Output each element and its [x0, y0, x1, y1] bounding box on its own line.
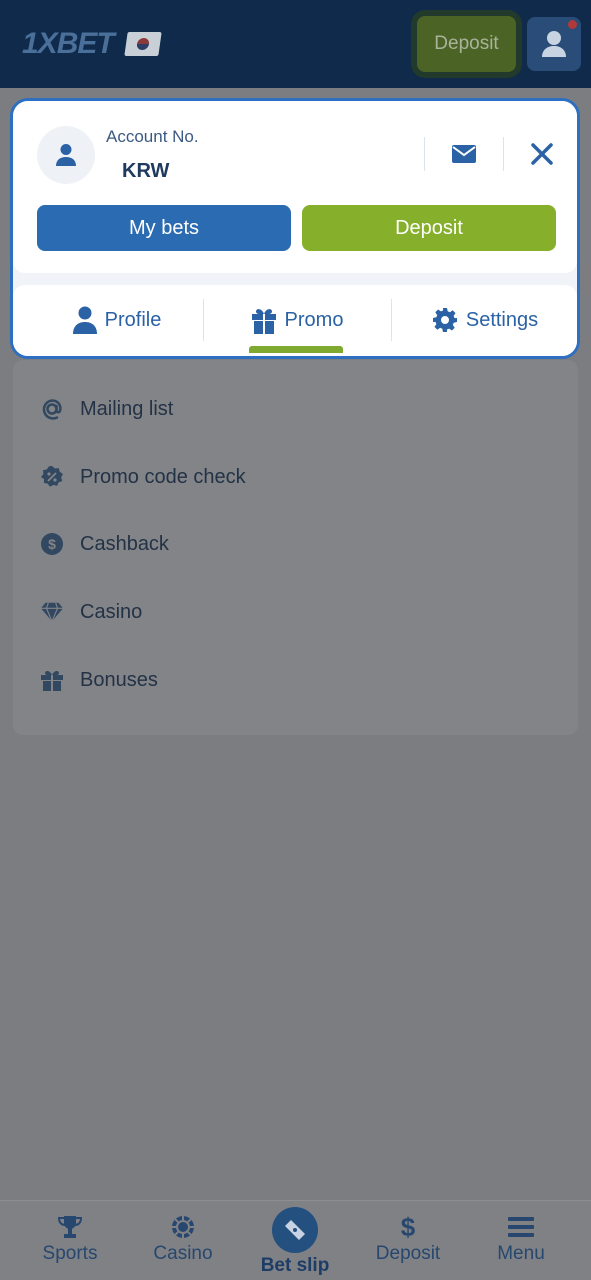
nav-label: Deposit [375, 1243, 441, 1264]
nav-label: Bet slip [260, 1255, 330, 1276]
svg-text:$: $ [48, 536, 56, 552]
korea-flag-icon [124, 32, 162, 56]
account-tabs: Profile Promo Settings [13, 285, 577, 356]
close-icon [531, 143, 553, 165]
nav-label: Menu [497, 1243, 545, 1264]
nav-bet-slip[interactable]: Bet slip [247, 1201, 343, 1280]
promo-item-label: Mailing list [80, 397, 174, 420]
header-deposit-button[interactable]: Deposit [417, 16, 516, 72]
nav-sports[interactable]: Sports [22, 1201, 118, 1280]
promo-item-label: Casino [80, 600, 143, 623]
gift-icon [251, 306, 277, 334]
user-icon [72, 306, 97, 334]
hamburger-icon [508, 1214, 534, 1240]
close-button[interactable] [523, 135, 561, 173]
promo-item-bonuses[interactable]: Bonuses [40, 660, 158, 700]
account-number-label: Account No. [106, 127, 199, 146]
divider [391, 299, 392, 341]
divider [424, 137, 425, 171]
promo-item-casino[interactable]: Casino [40, 592, 142, 632]
nav-label: Casino [153, 1243, 213, 1264]
tab-profile[interactable]: Profile [33, 285, 201, 355]
at-icon [40, 397, 64, 421]
my-bets-button[interactable]: My bets [37, 205, 291, 251]
gear-icon [432, 307, 458, 333]
notification-dot [568, 20, 577, 29]
tab-label: Profile [104, 308, 162, 331]
promo-item-label: Bonuses [80, 668, 158, 691]
promo-item-mailing-list[interactable]: Mailing list [40, 389, 173, 429]
account-card: Account No. KRW My bets Deposit [13, 101, 577, 273]
avatar [37, 126, 95, 184]
ticket-icon [272, 1207, 318, 1253]
messages-button[interactable] [446, 137, 482, 171]
user-icon [56, 144, 76, 166]
promo-item-label: Promo code check [80, 465, 246, 488]
logo-text: 1XBET [22, 27, 115, 60]
account-currency: KRW [122, 160, 170, 182]
logo[interactable]: 1XBET [22, 27, 162, 60]
dollar-circle-icon: $ [40, 532, 64, 556]
account-dropdown: Account No. KRW My bets Deposit Profile … [10, 98, 580, 359]
trophy-icon [57, 1214, 83, 1240]
divider [503, 137, 504, 171]
app-header: 1XBET Deposit [0, 0, 591, 88]
nav-casino[interactable]: Casino [135, 1201, 231, 1280]
tab-promo[interactable]: Promo [205, 285, 389, 355]
tab-label: Promo [284, 308, 344, 331]
deposit-button[interactable]: Deposit [302, 205, 556, 251]
active-tab-indicator [249, 346, 343, 353]
tab-label: Settings [465, 308, 539, 331]
promo-item-promo-code-check[interactable]: Promo code check [40, 457, 246, 497]
svg-text:$: $ [401, 1214, 416, 1240]
diamond-icon [40, 600, 64, 624]
divider [203, 299, 204, 341]
bottom-navigation: Sports Casino Bet slip $ Deposit Menu [0, 1200, 591, 1280]
promo-list: Mailing list Promo code check $ Cashback… [13, 360, 578, 735]
nav-deposit[interactable]: $ Deposit [360, 1201, 456, 1280]
header-account-button[interactable] [527, 17, 581, 71]
nav-label: Sports [42, 1243, 98, 1264]
user-icon [542, 31, 566, 57]
tab-settings[interactable]: Settings [393, 285, 577, 355]
percent-badge-icon [40, 465, 64, 489]
gift-icon [40, 668, 64, 692]
nav-menu[interactable]: Menu [473, 1201, 569, 1280]
envelope-icon [452, 145, 476, 163]
chip-icon [171, 1214, 195, 1240]
promo-item-cashback[interactable]: $ Cashback [40, 524, 169, 564]
promo-item-label: Cashback [80, 532, 169, 555]
dollar-icon: $ [399, 1214, 417, 1240]
